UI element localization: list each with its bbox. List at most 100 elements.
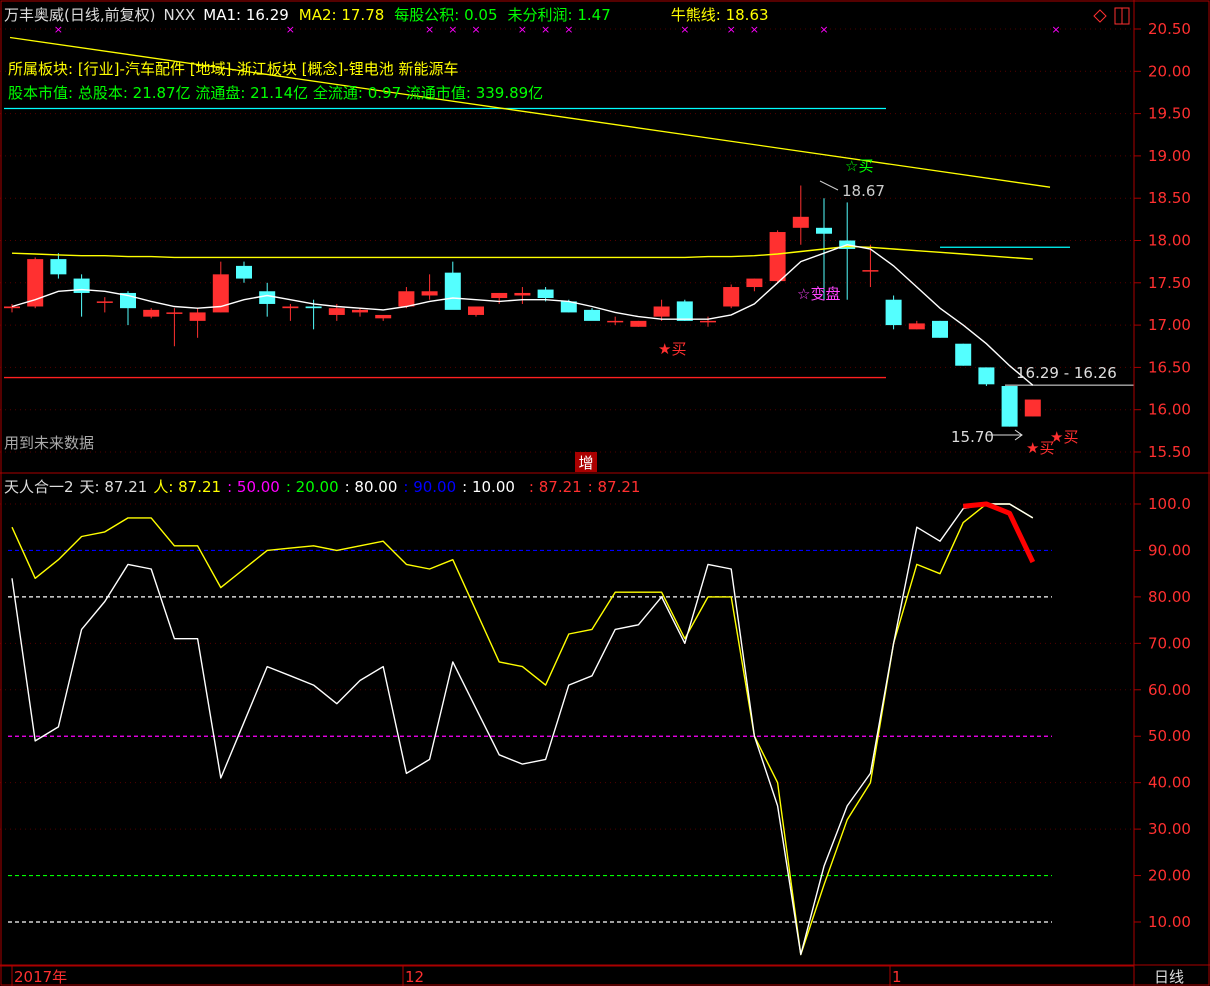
candle-body xyxy=(4,306,20,309)
undist-label: 未分利润: 1.47 xyxy=(507,6,611,24)
series-0 xyxy=(11,503,1034,956)
indicator-tick-label: 30.00 xyxy=(1148,820,1191,838)
candle-body xyxy=(769,232,786,282)
candle-body xyxy=(862,270,879,272)
x-label-2017: 2017年 xyxy=(14,968,67,986)
level-6: : 87.21 xyxy=(528,478,582,496)
top-marker: × xyxy=(471,23,480,36)
top-marker: × xyxy=(680,23,689,36)
candle-body xyxy=(73,278,90,293)
price-tick-label: 19.00 xyxy=(1148,147,1191,165)
stock-title: 万丰奥威(日线,前复权) xyxy=(4,6,156,24)
candle-body xyxy=(537,289,554,299)
change-signal: ☆变盘 xyxy=(797,285,840,303)
x-label-12: 12 xyxy=(405,968,424,986)
indicator-tick-label: 40.00 xyxy=(1148,774,1191,792)
top-marker: × xyxy=(1051,23,1060,36)
candle-body xyxy=(143,309,160,317)
range-label: 16.29 - 16.26 xyxy=(1016,364,1117,382)
top-marker: × xyxy=(727,23,736,36)
period-label: 日线 xyxy=(1154,968,1184,986)
ma1-line xyxy=(11,243,1034,386)
candle-body xyxy=(444,272,461,310)
price-tick-label: 20.50 xyxy=(1148,20,1191,38)
ma1-label: MA1: 16.29 xyxy=(203,6,289,24)
candle-body xyxy=(908,323,925,330)
indicator-name: NXX xyxy=(163,6,196,24)
indicator-axis: 100.0 90.00 80.00 70.00 60.00 50.00 40.00 30.00… xyxy=(1134,495,1191,931)
tian-value: 天: 87.21 xyxy=(79,478,148,496)
top-marker: × xyxy=(819,23,828,36)
candle-body xyxy=(282,306,299,309)
candle-body xyxy=(491,292,508,299)
candle-body xyxy=(584,309,600,321)
price-tick-label: 19.50 xyxy=(1148,105,1191,123)
zeng-label: 增 xyxy=(578,454,593,472)
candle-body xyxy=(885,299,902,326)
indicator-tick-label: 90.00 xyxy=(1148,541,1191,559)
candle-body xyxy=(676,301,693,321)
candle-body xyxy=(166,312,183,314)
indicator-title: 天人合一2 xyxy=(4,478,74,496)
top-marker: × xyxy=(54,23,63,36)
indicator-tick-label: 60.00 xyxy=(1148,681,1191,699)
indicator-tick-label: 100.0 xyxy=(1148,495,1191,513)
candle-body xyxy=(50,259,67,275)
sell-signal: ☆买 xyxy=(845,157,873,175)
candle-body xyxy=(352,309,368,313)
top-marker: × xyxy=(425,23,434,36)
price-tick-label: 17.50 xyxy=(1148,274,1191,292)
indicator-tick-label: 10.00 xyxy=(1148,913,1191,931)
price-tick-label: 17.00 xyxy=(1148,316,1191,334)
candle-body xyxy=(723,287,740,307)
buy-signal-1: ★买 xyxy=(658,340,686,358)
header-line: 万丰奥威(日线,前复权) NXX MA1: 16.29 MA2: 17.78 每股公积:… xyxy=(4,6,775,24)
candles[interactable] xyxy=(4,185,1041,427)
capital-info: 股本市值: 总股本: 21.87亿 流通盘: 21.14亿 全流通: 0.97 … xyxy=(8,84,544,102)
candle-body xyxy=(932,320,948,338)
indicator-tick-label: 70.00 xyxy=(1148,634,1191,652)
price-tick-label: 18.50 xyxy=(1148,189,1191,207)
sub-grid xyxy=(0,503,1134,923)
eps-label: 每股公积: 0.05 xyxy=(394,6,498,24)
indicator-tick-label: 20.00 xyxy=(1148,867,1191,885)
candle-body xyxy=(375,314,392,319)
candle-body xyxy=(1001,386,1018,427)
top-marker: × xyxy=(541,23,550,36)
level-7: : 87.21 xyxy=(587,478,641,496)
price-tick-label: 16.00 xyxy=(1148,401,1191,419)
candle-body xyxy=(700,320,716,323)
high-label: 18.67 xyxy=(842,182,885,200)
top-markers: × × × × × × × × × × × × × xyxy=(54,23,1061,36)
candle-body xyxy=(398,291,415,307)
level-4: : 90.00 xyxy=(403,478,457,496)
high-arrow xyxy=(819,180,839,191)
indicator-tick-label: 80.00 xyxy=(1148,588,1191,606)
candle-body xyxy=(816,227,832,234)
candle-body xyxy=(653,306,670,317)
top-marker: × xyxy=(286,23,295,36)
candle-body xyxy=(630,320,647,327)
ma2-label: MA2: 17.78 xyxy=(298,6,385,24)
top-marker: × xyxy=(564,23,573,36)
candle-body xyxy=(305,306,322,309)
level-2: : 20.00 xyxy=(285,478,339,496)
diamond-icon[interactable] xyxy=(1093,9,1107,23)
sector-info: 所属板块: [行业]-汽车配件 [地域]-浙江板块 [概念]-锂电池 新能源车 xyxy=(8,60,459,78)
candle-body xyxy=(236,265,252,279)
top-marker: × xyxy=(750,23,759,36)
price-tick-label: 20.00 xyxy=(1148,62,1191,80)
ren-value: 人: 87.21 xyxy=(153,478,222,496)
candle-body xyxy=(259,291,276,304)
top-marker: × xyxy=(518,23,527,36)
candle-body xyxy=(328,308,345,315)
square-icon[interactable] xyxy=(1114,7,1130,25)
candle-body xyxy=(607,320,624,323)
candle-body xyxy=(468,306,484,315)
buy-signal-3: ★买 xyxy=(1050,428,1078,446)
series-2 xyxy=(962,501,1036,564)
candle-body xyxy=(978,367,995,385)
top-marker: × xyxy=(448,23,457,36)
level-5: : 10.00 xyxy=(462,478,515,496)
sub-header: 天人合一2 天: 87.21 人: 87.21: 50.00: 20.00: 80.… xyxy=(4,478,646,496)
